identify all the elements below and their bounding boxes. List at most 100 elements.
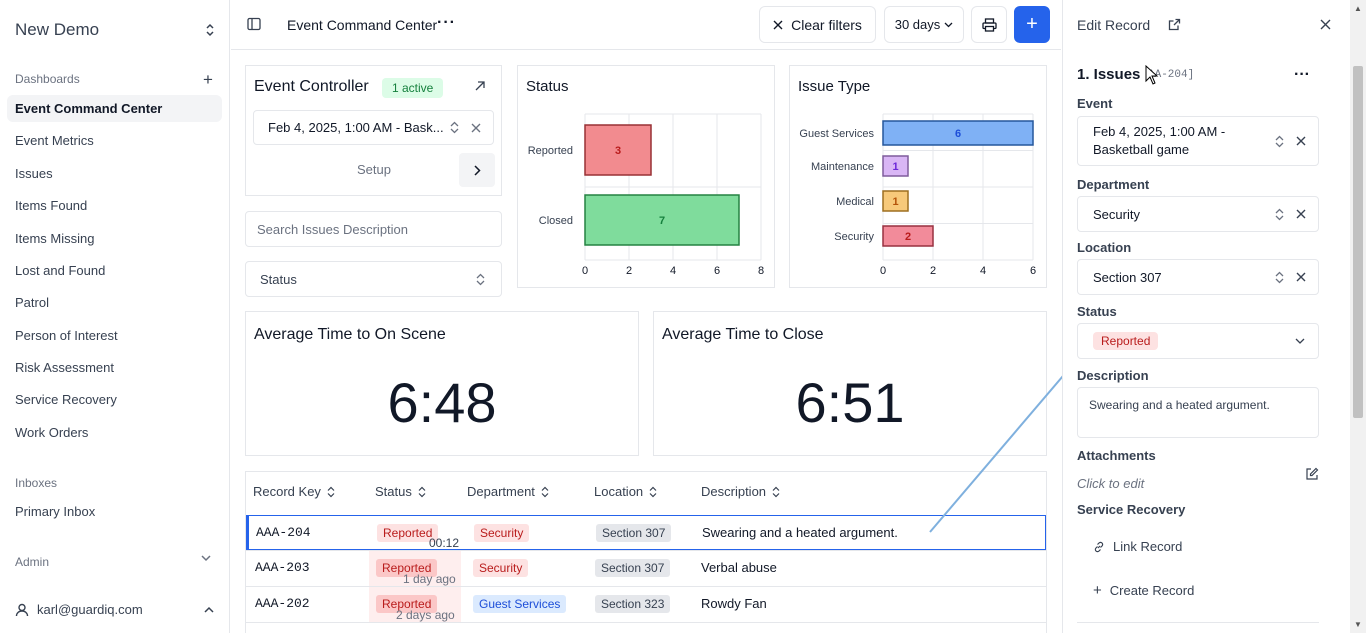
- more-options-icon[interactable]: ···: [437, 14, 456, 32]
- records-table: Record Key Status Department Location De…: [245, 471, 1047, 633]
- category-label: Maintenance: [811, 161, 874, 173]
- x-tick-label: 0: [582, 265, 588, 277]
- clear-filters-button[interactable]: Clear filters: [759, 6, 876, 43]
- sidebar-item-work-orders[interactable]: Work Orders: [7, 419, 222, 446]
- description-cell: Swearing and a heated argument.: [702, 525, 898, 540]
- event-value-line2: Basketball game: [1093, 142, 1190, 157]
- scrollbar-thumb[interactable]: [1353, 66, 1363, 418]
- divider: [1077, 622, 1319, 623]
- admin-header[interactable]: Admin: [15, 555, 49, 569]
- location-label: Location: [1077, 240, 1132, 255]
- issue-type-chart: 0 2 4 6 6 Guest Services 1 Maintenance 1 Medical 2…: [799, 113, 1036, 277]
- chevron-down-icon: [1295, 338, 1305, 344]
- category-label: Closed: [539, 215, 573, 227]
- sidebar-item-person-of-interest[interactable]: Person of Interest: [7, 322, 222, 349]
- sidebar: New Demo Dashboards + Event Command Cent…: [0, 0, 230, 633]
- column-header-description[interactable]: Description: [701, 484, 780, 499]
- status-field[interactable]: Reported: [1077, 323, 1319, 359]
- plus-icon: +: [1093, 582, 1102, 599]
- description-cell: Verbal abuse: [701, 560, 777, 575]
- description-textarea[interactable]: Swearing and a heated argument.: [1077, 387, 1319, 438]
- attachments-hint[interactable]: Click to edit: [1077, 476, 1144, 491]
- sidebar-item-patrol[interactable]: Patrol: [7, 289, 222, 316]
- print-button[interactable]: [971, 6, 1007, 43]
- table-row[interactable]: [246, 622, 1046, 633]
- x-tick-label: 8: [758, 265, 764, 277]
- metric-value: 6:51: [795, 371, 905, 434]
- scroll-down-icon[interactable]: ▼: [1354, 620, 1362, 629]
- scroll-up-icon[interactable]: ▲: [1354, 4, 1362, 13]
- location-field[interactable]: Section 307: [1077, 259, 1319, 295]
- column-header-location[interactable]: Location: [594, 484, 657, 499]
- expand-arrow-icon[interactable]: [474, 80, 486, 92]
- table-row[interactable]: AAA-202 Reported 2 days ago Guest Servic…: [246, 586, 1046, 622]
- link-record-label: Link Record: [1113, 539, 1183, 554]
- link-record-button[interactable]: Link Record: [1093, 539, 1182, 554]
- sidebar-toggle-icon[interactable]: [247, 17, 261, 31]
- column-header-label: Department: [467, 484, 535, 499]
- add-button[interactable]: +: [1014, 6, 1050, 43]
- chevron-down-icon[interactable]: [200, 553, 212, 565]
- location-badge: Section 307: [596, 524, 672, 542]
- add-dashboard-icon[interactable]: +: [203, 71, 213, 88]
- data-label: 2: [905, 231, 911, 243]
- column-header-label: Status: [375, 484, 412, 499]
- table-row[interactable]: AAA-203 Reported 1 day ago Security Sect…: [246, 550, 1046, 586]
- edit-record-panel: Edit Record 1. Issues AA-204] ··· Event …: [1062, 0, 1366, 633]
- date-range-select[interactable]: 30 days: [884, 6, 964, 43]
- event-field[interactable]: Feb 4, 2025, 1:00 AM - Basketball game: [1077, 116, 1319, 166]
- sidebar-item-issues[interactable]: Issues: [7, 160, 222, 187]
- sidebar-item-event-command-center[interactable]: Event Command Center: [7, 95, 222, 122]
- user-menu[interactable]: karl@guardiq.com: [15, 602, 215, 617]
- data-label: 6: [955, 128, 961, 140]
- department-label: Department: [1077, 177, 1150, 192]
- sidebar-item-risk-assessment[interactable]: Risk Assessment: [7, 354, 222, 381]
- department-field[interactable]: Security: [1077, 196, 1319, 232]
- open-external-icon[interactable]: [1168, 18, 1181, 31]
- x-tick-label: 4: [670, 265, 676, 277]
- topbar: Event Command Center ··· Clear filters 3…: [231, 0, 1061, 50]
- scrollbar[interactable]: ▲ ▼: [1350, 0, 1366, 633]
- table-row[interactable]: AAA-204 Reported 00:12 Security Section …: [246, 515, 1046, 550]
- elapsed-time: 1 day ago: [403, 572, 456, 586]
- printer-icon: [981, 17, 997, 32]
- more-options-icon[interactable]: ···: [1294, 66, 1310, 84]
- search-input[interactable]: Search Issues Description: [245, 211, 502, 247]
- sort-icon: [541, 486, 549, 498]
- sidebar-item-items-found[interactable]: Items Found: [7, 192, 222, 219]
- clear-icon[interactable]: [1296, 209, 1306, 219]
- sidebar-item-primary-inbox[interactable]: Primary Inbox: [7, 498, 222, 525]
- metric-value: 6:48: [387, 371, 497, 434]
- description-cell: Rowdy Fan: [701, 596, 767, 611]
- create-record-button[interactable]: + Create Record: [1093, 582, 1194, 599]
- page-title: Event Command Center: [287, 17, 438, 33]
- column-header-status[interactable]: Status: [375, 484, 426, 499]
- sidebar-item-items-missing[interactable]: Items Missing: [7, 225, 222, 252]
- column-header-label: Description: [701, 484, 767, 499]
- sidebar-item-event-metrics[interactable]: Event Metrics: [7, 127, 222, 154]
- clear-icon[interactable]: [1296, 136, 1306, 146]
- data-label: 3: [615, 145, 621, 157]
- chevron-updown-icon: [1275, 208, 1284, 221]
- event-controller-title: Event Controller: [254, 78, 369, 95]
- next-button[interactable]: [459, 153, 495, 187]
- inboxes-header: Inboxes: [15, 476, 58, 490]
- department-badge: Security: [474, 524, 530, 542]
- event-select[interactable]: Feb 4, 2025, 1:00 AM - Bask...: [253, 110, 494, 145]
- chevron-updown-icon: [1275, 271, 1284, 284]
- status-filter-select[interactable]: Status: [245, 261, 502, 297]
- sidebar-item-service-recovery[interactable]: Service Recovery: [7, 386, 222, 413]
- edit-icon[interactable]: [1305, 467, 1319, 481]
- clear-filters-label: Clear filters: [791, 16, 862, 33]
- clear-icon[interactable]: [1296, 272, 1306, 282]
- workspace-switcher[interactable]: New Demo: [15, 20, 215, 40]
- status-chart: 0 2 4 6 8 3 Reported 7 Closed: [528, 113, 764, 277]
- mouse-cursor-icon: [1145, 65, 1159, 85]
- column-header-department[interactable]: Department: [467, 484, 549, 499]
- sort-icon: [649, 486, 657, 498]
- close-icon[interactable]: [1320, 19, 1331, 30]
- column-header-record-key[interactable]: Record Key: [253, 484, 335, 499]
- category-label: Guest Services: [799, 128, 874, 140]
- clear-icon[interactable]: [471, 123, 481, 133]
- sidebar-item-lost-and-found[interactable]: Lost and Found: [7, 257, 222, 284]
